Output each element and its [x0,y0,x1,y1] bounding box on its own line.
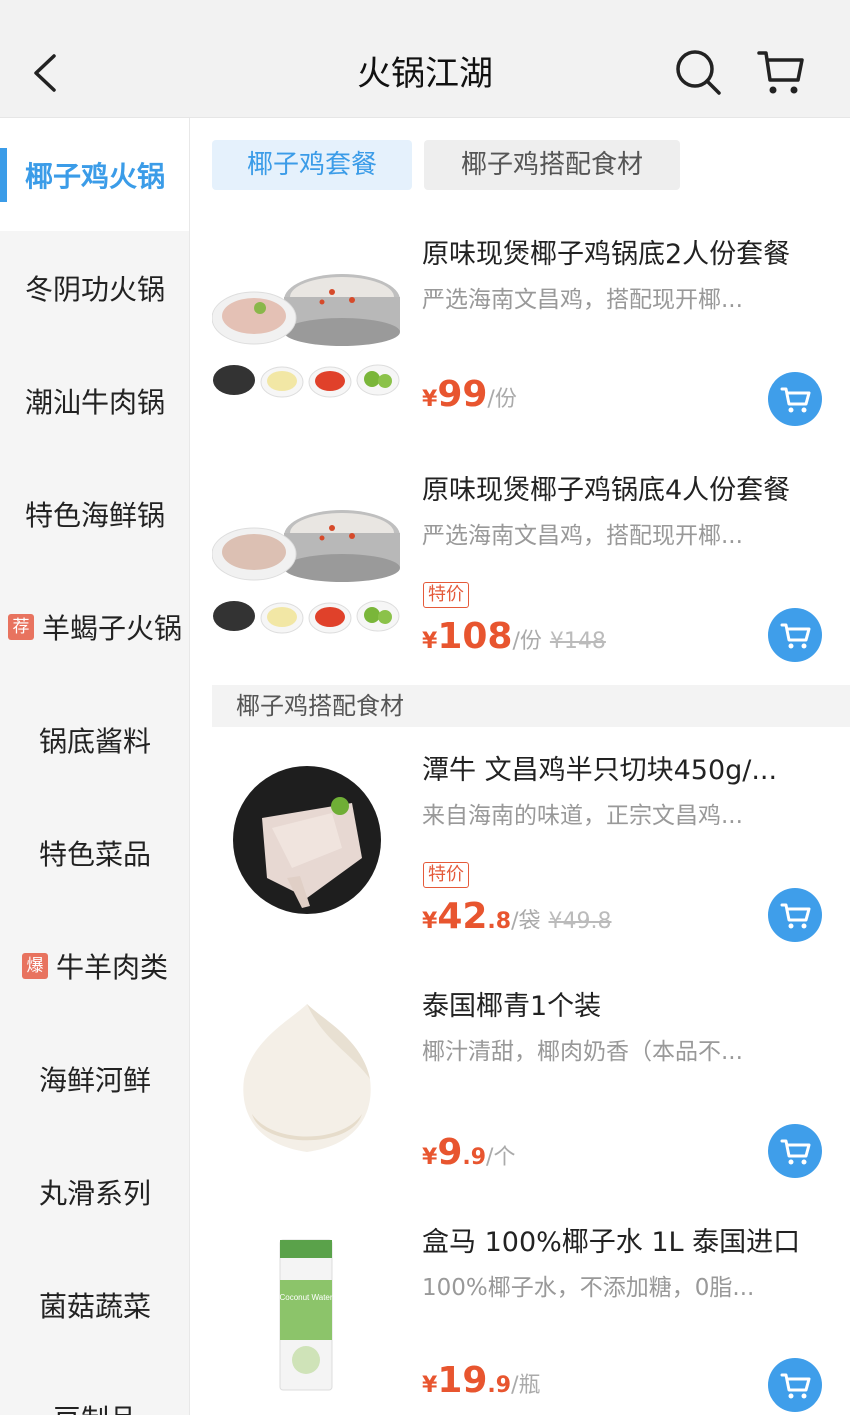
sidebar-item-label: 锅底酱料 [38,724,151,758]
product-name: 原味现煲椰子鸡锅底4人份套餐 [422,475,791,506]
sidebar-item-label: 冬阴功火锅 [24,272,165,306]
add-to-cart-button[interactable] [768,1124,822,1178]
sidebar-item-label: 海鲜河鲜 [38,1063,151,1097]
product-name: 泰国椰青1个装 [422,991,602,1022]
cart-icon [780,903,811,929]
special-price-tag: 特价 [423,582,469,608]
sidebar-item-coconut-chicken[interactable]: 椰子鸡火锅 [0,118,189,231]
sidebar-item-label: 牛羊肉类 [55,950,168,984]
add-to-cart-button[interactable] [768,372,822,426]
tab-coconut-chicken-set[interactable]: 椰子鸡套餐 [212,140,412,190]
product-image: Coconut Water [279,1239,333,1391]
add-to-cart-button[interactable] [768,888,822,942]
product-desc: 严选海南文昌鸡，搭配现开椰... [422,287,743,313]
cart-icon[interactable] [756,48,806,96]
sidebar-item-seafood-pot[interactable]: 特色海鲜锅 [0,457,189,570]
product-name: 潭牛 文昌鸡半只切块450g/... [422,755,778,786]
tab-coconut-chicken-sides[interactable]: 椰子鸡搭配食材 [424,140,680,190]
add-to-cart-button[interactable] [768,1358,822,1412]
product-desc: 严选海南文昌鸡，搭配现开椰... [422,523,743,549]
special-price-tag: 特价 [423,862,469,888]
sidebar-item-mushrooms[interactable]: 菌菇蔬菜 [0,1248,189,1361]
recommend-badge: 荐 [7,613,34,640]
hot-badge: 爆 [21,952,48,979]
sidebar-item-label: 豆制品 [53,1398,137,1416]
sidebar-item-label: 羊蝎子火锅 [41,611,182,645]
sidebar-item-tofu[interactable]: 豆制品 [0,1361,189,1416]
product-item[interactable]: 原味现煲椰子鸡锅底2人份套餐 严选海南文昌鸡，搭配现开椰... ¥99/份 [212,232,850,432]
add-to-cart-button[interactable] [768,608,822,662]
section-header: 椰子鸡搭配食材 [212,685,850,727]
product-item[interactable]: 泰国椰青1个装 椰汁清甜，椰肉奶香（本品不... ¥9.9/个 [212,984,850,1184]
sidebar-item-label: 菌菇蔬菜 [38,1289,151,1323]
product-desc: 100%椰子水，不添加糖，0脂... [422,1275,755,1301]
product-image [243,1004,371,1152]
sidebar-item-seafood[interactable]: 海鲜河鲜 [0,1022,189,1135]
product-desc: 来自海南的味道，正宗文昌鸡... [422,803,743,829]
product-image [212,510,400,634]
original-price: ¥148 [549,629,606,654]
category-sidebar: 椰子鸡火锅 冬阴功火锅 潮汕牛肉锅 特色海鲜锅 荐 羊蝎子火锅 锅底酱料 特色菜… [0,118,190,1415]
page-title: 火锅江湖 [357,54,493,94]
product-price: ¥9.9/个 [422,1132,516,1173]
product-name: 盒马 100%椰子水 1L 泰国进口 [422,1227,801,1258]
cart-icon [780,1139,811,1165]
active-indicator [0,148,7,202]
top-nav-bar: 火锅江湖 [0,0,850,118]
sidebar-item-special-dishes[interactable]: 特色菜品 [0,796,189,909]
sidebar-item-chaoshan-beef[interactable]: 潮汕牛肉锅 [0,344,189,457]
sidebar-item-label: 丸滑系列 [38,1176,151,1210]
product-desc: 椰汁清甜，椰肉奶香（本品不... [422,1039,743,1065]
product-image [212,274,400,398]
product-price: ¥19.9/瓶 [422,1360,541,1401]
original-price: ¥49.8 [548,909,612,934]
product-image [233,766,381,914]
coconut-water-label: Coconut Water [279,1293,332,1302]
product-name: 原味现煲椰子鸡锅底2人份套餐 [422,239,791,270]
product-item[interactable]: Coconut Water 盒马 100%椰子水 1L 泰国进口 100%椰子水… [212,1220,850,1415]
cart-icon [780,1373,811,1399]
sidebar-item-label: 特色海鲜锅 [24,498,165,532]
product-price: ¥99/份 [422,374,517,415]
sidebar-item-sauces[interactable]: 锅底酱料 [0,683,189,796]
sidebar-item-label: 特色菜品 [38,837,151,871]
sidebar-item-balls[interactable]: 丸滑系列 [0,1135,189,1248]
cart-icon [780,623,811,649]
sidebar-item-beef-lamb[interactable]: 爆 牛羊肉类 [0,909,189,1022]
product-item[interactable]: 原味现煲椰子鸡锅底4人份套餐 严选海南文昌鸡，搭配现开椰... 特价 ¥108/… [212,468,850,668]
sidebar-item-tom-yum[interactable]: 冬阴功火锅 [0,231,189,344]
product-price: ¥42.8/袋 ¥49.8 [422,896,612,937]
cart-icon [780,387,811,413]
sidebar-item-label: 椰子鸡火锅 [24,159,165,193]
search-icon[interactable] [674,48,722,96]
sidebar-item-label: 潮汕牛肉锅 [24,385,165,419]
sidebar-item-lamb-spine[interactable]: 荐 羊蝎子火锅 [0,570,189,683]
product-item[interactable]: 潭牛 文昌鸡半只切块450g/... 来自海南的味道，正宗文昌鸡... 特价 ¥… [212,748,850,948]
product-price: ¥108/份 ¥148 [422,616,606,657]
